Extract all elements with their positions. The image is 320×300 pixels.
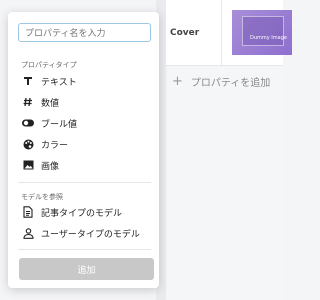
property-types-heading: プロパティタイプ (21, 61, 77, 69)
palette-icon (21, 137, 35, 151)
reference-model-label: ユーザータイプのモデル (41, 229, 140, 240)
image-icon (21, 158, 35, 172)
add-property-popup: プロパティタイプ テキスト 数値 ブール値 カラー 画像 モデルを参照 (8, 12, 159, 288)
reference-user-model[interactable]: ユーザータイプのモデル (21, 224, 151, 242)
row-column-divider (221, 0, 222, 65)
property-type-boolean[interactable]: ブール値 (21, 114, 151, 132)
property-type-label: 画像 (41, 161, 60, 172)
property-label-cover: Cover (170, 28, 200, 38)
reference-models-heading: モデルを参照 (21, 193, 63, 201)
add-property-link[interactable]: + プロパティを追加 (172, 74, 270, 89)
add-button[interactable]: 追加 (19, 258, 154, 280)
property-type-label: 数値 (41, 98, 60, 109)
user-icon (21, 226, 35, 240)
plus-icon: + (172, 74, 183, 89)
property-name-input[interactable] (18, 23, 151, 42)
property-type-label: テキスト (41, 77, 77, 88)
property-type-text[interactable]: テキスト (21, 72, 151, 90)
document-icon (21, 205, 35, 219)
section-divider (18, 182, 151, 183)
hash-icon (21, 95, 35, 109)
reference-model-label: 記事タイプのモデル (41, 208, 123, 219)
add-property-label: プロパティを追加 (190, 78, 271, 89)
property-type-label: カラー (41, 140, 69, 151)
property-type-number[interactable]: 数値 (21, 93, 151, 111)
thumbnail-frame (242, 16, 284, 46)
property-type-label: ブール値 (41, 119, 78, 130)
property-type-image[interactable]: 画像 (21, 156, 151, 174)
toggle-icon (21, 116, 35, 130)
text-icon (21, 74, 35, 88)
thumbnail-caption: Dummy Image (250, 35, 287, 41)
footer-divider (18, 249, 151, 250)
property-type-color[interactable]: カラー (21, 135, 151, 153)
reference-article-model[interactable]: 記事タイプのモデル (21, 203, 151, 221)
cover-image-thumbnail[interactable]: Dummy Image (232, 10, 292, 55)
